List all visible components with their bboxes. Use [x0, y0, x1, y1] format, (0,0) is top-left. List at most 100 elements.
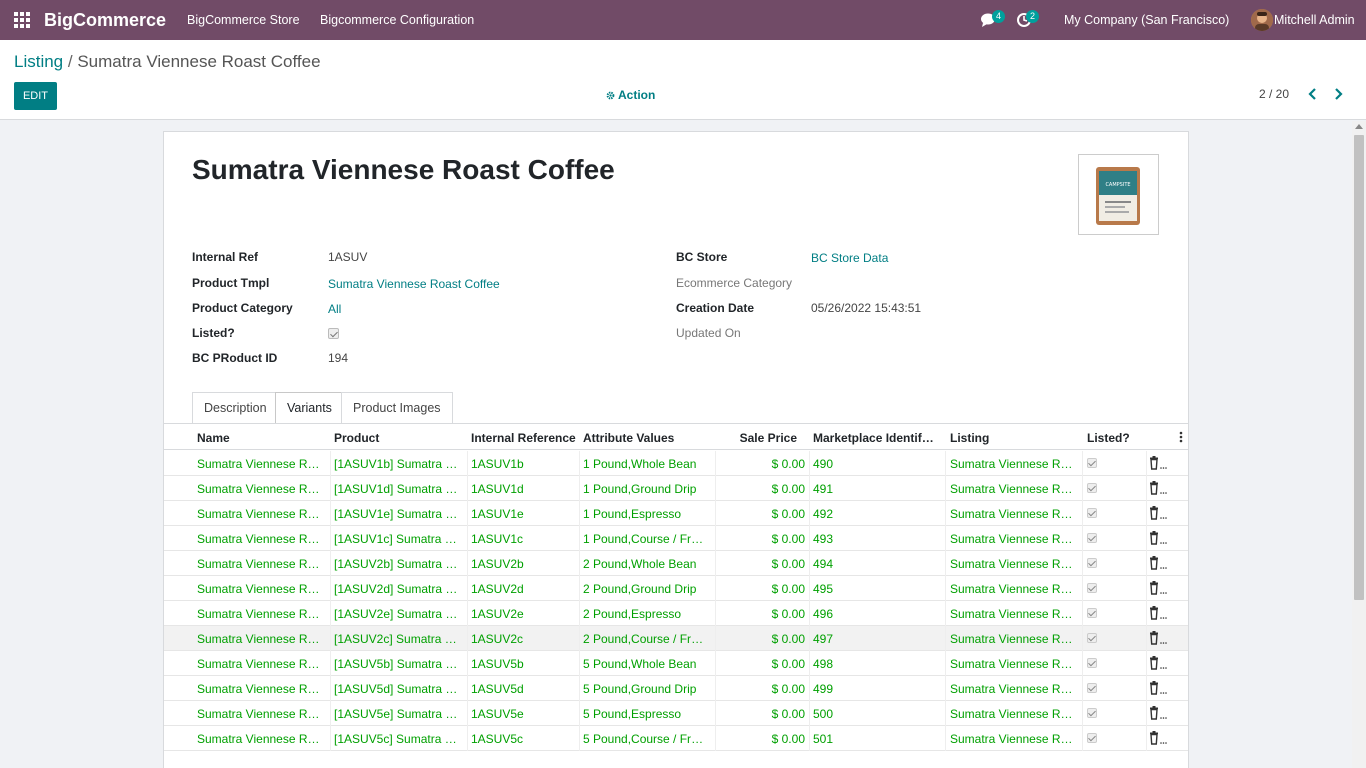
table-row[interactable]: Sumatra Viennese Roa... [1ASUV5e] Sumatra…: [164, 701, 1188, 726]
table-cell: Sumatra Viennese Roa...: [197, 607, 324, 621]
column-separator: [809, 526, 810, 551]
column-separator: [1146, 526, 1147, 551]
scroll-up-arrow[interactable]: [1355, 124, 1363, 129]
edit-button[interactable]: EDIT: [14, 82, 57, 110]
trash-icon[interactable]: [1148, 681, 1168, 695]
column-separator: [1146, 476, 1147, 501]
table-row[interactable]: Sumatra Viennese Roa... [1ASUV2b] Sumatra…: [164, 551, 1188, 576]
column-separator: [1082, 501, 1083, 526]
breadcrumb-parent[interactable]: Listing: [14, 52, 63, 71]
trash-icon[interactable]: [1148, 706, 1168, 720]
table-cell: $ 0.00: [771, 732, 805, 746]
column-separator: [579, 551, 580, 576]
col-name-header[interactable]: Name: [197, 431, 317, 445]
column-separator: [715, 476, 716, 501]
col-attribute-values-header[interactable]: Attribute Values: [583, 431, 703, 445]
pager-value[interactable]: 2 / 20: [1259, 87, 1289, 101]
kebab-icon[interactable]: [1179, 431, 1183, 443]
table-row[interactable]: Sumatra Viennese Roa... [1ASUV2d] Sumatra…: [164, 576, 1188, 601]
messages-count-badge: 4: [992, 10, 1005, 23]
col-listing-header[interactable]: Listing: [950, 431, 1070, 445]
creation-date-label: Creation Date: [676, 301, 755, 315]
chevron-right-icon[interactable]: [1331, 86, 1345, 102]
trash-icon[interactable]: [1148, 481, 1168, 495]
company-switcher[interactable]: My Company (San Francisco): [1064, 13, 1229, 27]
table-row[interactable]: Sumatra Viennese Roa... [1ASUV1b] Sumatra…: [164, 451, 1188, 476]
trash-icon[interactable]: [1148, 556, 1168, 570]
table-cell: 5 Pound,Ground Drip: [583, 682, 697, 696]
table-row[interactable]: Sumatra Viennese Roa... [1ASUV1e] Sumatra…: [164, 501, 1188, 526]
internal-ref-label: Internal Ref: [192, 250, 259, 264]
app-brand[interactable]: BigCommerce: [44, 10, 166, 31]
tab-variants[interactable]: Variants: [275, 392, 344, 425]
avatar[interactable]: [1251, 9, 1273, 31]
column-separator: [945, 551, 946, 576]
trash-icon[interactable]: [1148, 456, 1168, 470]
column-separator: [809, 451, 810, 476]
apps-grid-icon[interactable]: [14, 12, 30, 28]
table-row[interactable]: Sumatra Viennese Roa... [1ASUV1d] Sumatra…: [164, 476, 1188, 501]
column-separator: [467, 726, 468, 751]
trash-icon[interactable]: [1148, 656, 1168, 670]
table-cell: 1ASUV1e: [471, 507, 524, 521]
table-cell: Sumatra Viennese Roa...: [950, 732, 1077, 746]
table-cell: Sumatra Viennese Roa...: [950, 657, 1077, 671]
menu-bigcommerce-store[interactable]: BigCommerce Store: [187, 13, 300, 27]
column-separator: [1146, 676, 1147, 701]
col-internal-reference-header[interactable]: Internal Reference: [471, 431, 576, 445]
column-separator: [579, 501, 580, 526]
product-tmpl-link[interactable]: Sumatra Viennese Roast Coffee: [328, 277, 500, 291]
product-category-link[interactable]: All: [328, 302, 341, 316]
table-cell: [1ASUV1c] Sumatra Vie...: [334, 532, 464, 546]
trash-icon[interactable]: [1148, 731, 1168, 745]
table-row[interactable]: Sumatra Viennese Roa... [1ASUV1c] Sumatra…: [164, 526, 1188, 551]
row-listed-checkbox: [1087, 508, 1097, 518]
trash-icon[interactable]: [1148, 631, 1168, 645]
bc-product-id-value: 194: [328, 351, 349, 365]
column-separator: [715, 601, 716, 626]
tab-description[interactable]: Description: [192, 392, 279, 424]
column-separator: [1082, 451, 1083, 476]
column-separator: [809, 551, 810, 576]
row-listed-checkbox: [1087, 658, 1097, 668]
row-listed-checkbox: [1087, 683, 1097, 693]
table-row[interactable]: Sumatra Viennese Roa... [1ASUV2c] Sumatra…: [164, 626, 1188, 651]
column-separator: [467, 451, 468, 476]
user-menu[interactable]: Mitchell Admin: [1274, 13, 1355, 27]
table-row[interactable]: Sumatra Viennese Roa... [1ASUV5b] Sumatra…: [164, 651, 1188, 676]
table-cell: $ 0.00: [771, 607, 805, 621]
col-marketplace-identifier-header[interactable]: Marketplace Identific...: [813, 431, 937, 445]
tab-product-images[interactable]: Product Images: [341, 392, 453, 424]
trash-icon[interactable]: [1148, 531, 1168, 545]
trash-icon[interactable]: [1148, 506, 1168, 520]
table-cell: $ 0.00: [771, 682, 805, 696]
col-sale-price-header[interactable]: Sale Price: [714, 431, 797, 445]
table-cell: 1ASUV2b: [471, 557, 524, 571]
table-cell: $ 0.00: [771, 532, 805, 546]
page-scrollbar-thumb[interactable]: [1354, 135, 1364, 600]
column-separator: [715, 701, 716, 726]
column-separator: [579, 726, 580, 751]
table-row[interactable]: Sumatra Viennese Roa... [1ASUV5d] Sumatra…: [164, 676, 1188, 701]
bc-store-link[interactable]: BC Store Data: [811, 251, 888, 265]
table-row[interactable]: Sumatra Viennese Roa... [1ASUV5c] Sumatra…: [164, 726, 1188, 751]
trash-icon[interactable]: [1148, 581, 1168, 595]
table-row[interactable]: Sumatra Viennese Roa... [1ASUV2e] Sumatra…: [164, 601, 1188, 626]
column-separator: [1082, 726, 1083, 751]
action-button[interactable]: Action: [606, 88, 655, 102]
column-separator: [1082, 651, 1083, 676]
table-cell: 490: [813, 457, 834, 471]
column-separator: [579, 626, 580, 651]
column-separator: [1082, 526, 1083, 551]
table-cell: 1ASUV2d: [471, 582, 524, 596]
col-product-header[interactable]: Product: [334, 431, 454, 445]
column-separator: [1146, 726, 1147, 751]
menu-bigcommerce-configuration[interactable]: Bigcommerce Configuration: [320, 13, 474, 27]
trash-icon[interactable]: [1148, 606, 1168, 620]
table-cell: 5 Pound,Whole Bean: [583, 657, 697, 671]
product-image[interactable]: CAMPSITE: [1078, 154, 1159, 235]
column-separator: [330, 576, 331, 601]
table-cell: Sumatra Viennese Roa...: [197, 557, 324, 571]
col-listed-header[interactable]: Listed?: [1087, 431, 1147, 445]
chevron-left-icon[interactable]: [1306, 86, 1320, 102]
